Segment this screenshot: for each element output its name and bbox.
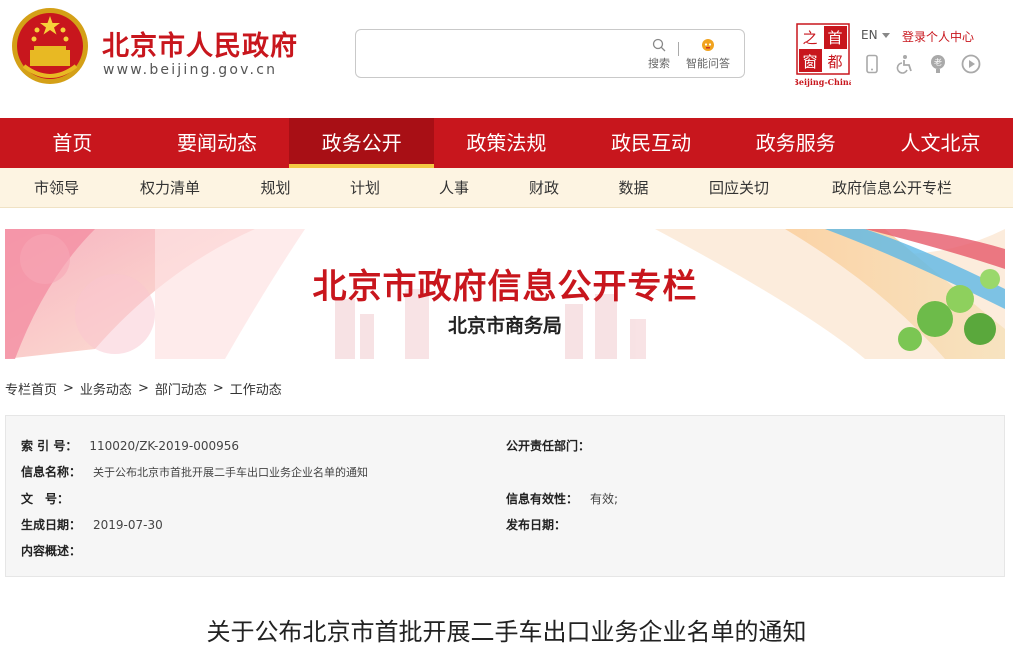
publish-date-label: 发布日期： xyxy=(506,518,567,532)
chevron-down-icon xyxy=(881,33,890,38)
breadcrumb-separator: > xyxy=(137,381,149,396)
validity-label: 信息有效性： xyxy=(506,492,579,506)
capital-char-4: 窗 xyxy=(802,53,817,71)
breadcrumb-separator: > xyxy=(212,381,224,396)
robot-icon xyxy=(702,39,714,51)
search-box: 搜索 智能问答 xyxy=(355,29,745,78)
sub-nav-item-info-disclosure[interactable]: 政府信息公开专栏 xyxy=(807,168,977,208)
capital-logo-caption: Beijing-China xyxy=(795,77,851,87)
site-header: 北京市人民政府 www.beijing.gov.cn 搜索 智能问答 之 首 窗… xyxy=(0,0,1013,118)
login-link[interactable]: 登录个人中心 xyxy=(902,28,974,45)
banner-title: 北京市政府信息公开专栏 xyxy=(312,267,698,307)
breadcrumb-item-department[interactable]: 部门动态 xyxy=(155,379,207,398)
capital-char-2: 都 xyxy=(827,53,842,71)
sub-nav-item-responses[interactable]: 回应关切 xyxy=(671,168,807,208)
audio-play-icon[interactable] xyxy=(961,54,981,74)
language-switch[interactable]: EN xyxy=(861,28,890,42)
search-button-label: 搜索 xyxy=(648,57,670,70)
search-input[interactable] xyxy=(364,38,634,68)
sub-nav-item-power-list[interactable]: 权力清单 xyxy=(103,168,237,208)
smart-qa-label: 智能问答 xyxy=(686,57,730,70)
search-divider xyxy=(678,42,679,56)
info-row-index: 索 引 号： 110020/ZK-2019-000956 xyxy=(21,437,239,454)
smart-qa-button[interactable]: 智能问答 xyxy=(682,36,734,74)
sub-nav-item-personnel[interactable]: 人事 xyxy=(416,168,492,208)
svg-text:老: 老 xyxy=(934,57,942,67)
validity-value: 有效; xyxy=(590,492,619,506)
info-row-publish: 发布日期： xyxy=(506,516,578,533)
main-nav-item-gov-affairs[interactable]: 政务公开 xyxy=(289,118,435,168)
breadcrumb: 专栏首页 > 业务动态 > 部门动态 > 工作动态 xyxy=(5,379,282,398)
sub-nav-item-data[interactable]: 数据 xyxy=(596,168,671,208)
created-date-label: 生成日期： xyxy=(21,518,82,532)
search-button[interactable]: 搜索 xyxy=(644,36,674,74)
site-title[interactable]: 北京市人民政府 xyxy=(102,24,298,63)
main-nav-item-interaction[interactable]: 政民互动 xyxy=(579,118,724,168)
elderly-icon[interactable]: 老 xyxy=(928,54,948,74)
article-title: 关于公布北京市首批开展二手车出口业务企业名单的通知 xyxy=(206,618,807,646)
created-date-value: 2019-07-30 xyxy=(93,518,163,532)
sub-nav-item-leaders[interactable]: 市领导 xyxy=(10,168,103,208)
responsible-dept-label: 公开责任部门： xyxy=(506,439,591,453)
sub-nav-item-planning[interactable]: 规划 xyxy=(237,168,314,208)
info-name-label: 信息名称： xyxy=(21,465,82,479)
main-nav-item-services[interactable]: 政务服务 xyxy=(723,118,868,168)
document-info-table: 索 引 号： 110020/ZK-2019-000956 公开责任部门： 信息名称… xyxy=(5,415,1005,577)
search-icon xyxy=(652,38,666,52)
capital-char-1: 首 xyxy=(827,29,842,47)
main-nav: 首页 要闻动态 政务公开 政策法规 政民互动 政务服务 人文北京 xyxy=(0,118,1013,168)
main-nav-item-home[interactable]: 首页 xyxy=(0,118,145,168)
info-row-validity: 信息有效性： 有效; xyxy=(506,490,618,507)
national-emblem-icon[interactable] xyxy=(10,6,90,86)
breadcrumb-item-business[interactable]: 业务动态 xyxy=(80,379,132,398)
index-number-label: 索 引 号： xyxy=(21,439,78,453)
column-banner: 北京市政府信息公开专栏 北京市商务局 xyxy=(5,229,1005,359)
main-nav-item-culture[interactable]: 人文北京 xyxy=(868,118,1013,168)
doc-number-label: 文 号： xyxy=(21,492,70,506)
info-row-created: 生成日期： 2019-07-30 xyxy=(21,516,163,533)
main-nav-item-policies[interactable]: 政策法规 xyxy=(434,118,579,168)
summary-label: 内容概述： xyxy=(21,544,82,558)
mobile-icon[interactable] xyxy=(862,54,882,74)
site-url: www.beijing.gov.cn xyxy=(103,62,278,78)
sub-nav: 市领导 权力清单 规划 计划 人事 财政 数据 回应关切 政府信息公开专栏 xyxy=(0,168,1013,208)
capital-window-logo[interactable]: 之 首 窗 都 Beijing-China xyxy=(795,22,851,88)
accessibility-toolbar: 老 xyxy=(862,54,981,76)
language-label: EN xyxy=(861,28,878,42)
main-nav-item-news[interactable]: 要闻动态 xyxy=(145,118,290,168)
info-name-value: 关于公布北京市首批开展二手车出口业务企业名单的通知 xyxy=(93,466,369,479)
sub-nav-item-plans[interactable]: 计划 xyxy=(314,168,416,208)
banner-subtitle: 北京市商务局 xyxy=(447,315,562,337)
info-row-docno: 文 号： xyxy=(21,490,81,507)
capital-char-3: 之 xyxy=(802,29,817,47)
breadcrumb-separator: > xyxy=(63,381,74,396)
breadcrumb-item-work[interactable]: 工作动态 xyxy=(230,379,282,398)
breadcrumb-item-column-home[interactable]: 专栏首页 xyxy=(5,379,57,398)
index-number-value: 110020/ZK-2019-000956 xyxy=(89,439,240,453)
info-row-name: 信息名称： 关于公布北京市首批开展二手车出口业务企业名单的通知 xyxy=(21,463,368,480)
info-row-dept: 公开责任部门： xyxy=(506,437,602,454)
accessibility-icon[interactable] xyxy=(895,54,915,74)
info-row-summary: 内容概述： xyxy=(21,542,93,559)
sub-nav-item-finance[interactable]: 财政 xyxy=(492,168,596,208)
